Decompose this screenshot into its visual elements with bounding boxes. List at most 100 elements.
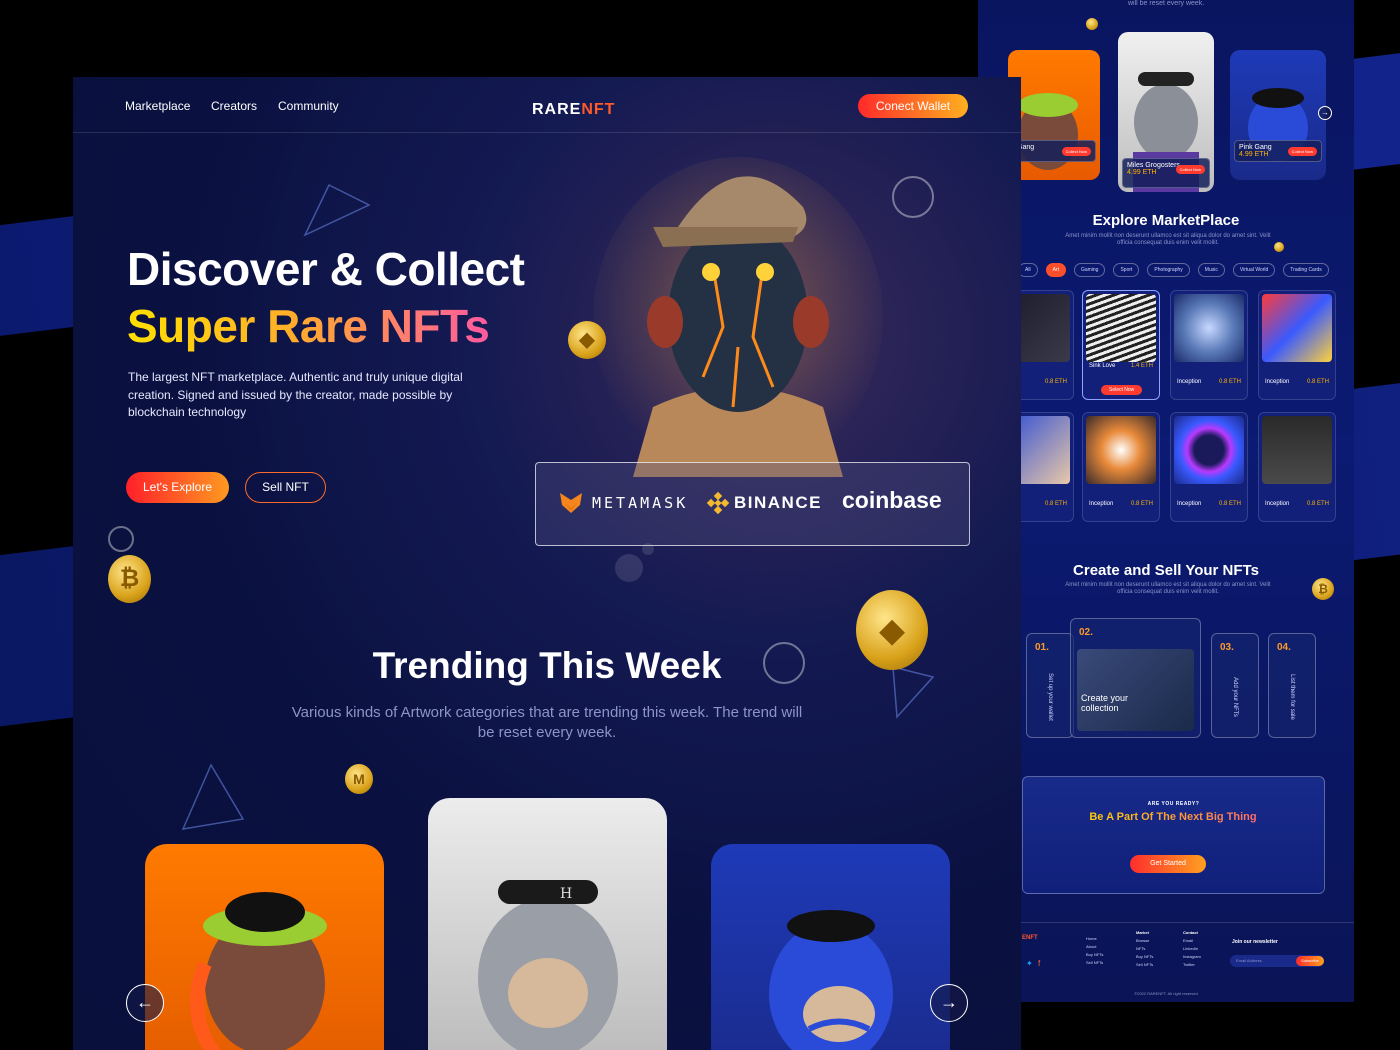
ethereum-coin-icon: ◆	[568, 321, 606, 359]
ape-art	[190, 892, 327, 1050]
nft-card[interactable]: Sink Love 1.4 ETH Select Now	[1082, 290, 1160, 400]
card-caption: Pink Gang 4.99 ETH Collect Now	[1234, 140, 1322, 162]
collect-button[interactable]: Collect Now	[1175, 165, 1205, 174]
nft-price: 0.8 ETH	[1218, 379, 1241, 385]
nft-price: 0.8 ETH	[1044, 501, 1067, 507]
chip-art[interactable]: Art	[1045, 263, 1066, 277]
monero-coin-icon: M	[345, 764, 373, 794]
trending-title: Trending This Week	[372, 645, 722, 686]
footer-link[interactable]: Twitter	[1183, 961, 1201, 969]
chip-trading-cards[interactable]: Trading Cards	[1283, 263, 1329, 277]
hero-description: The largest NFT marketplace. Authentic a…	[128, 370, 463, 419]
footer-link[interactable]: Instagram	[1183, 953, 1201, 961]
coin-icon	[1274, 242, 1284, 252]
nft-name: Inception	[1265, 379, 1290, 385]
explore-title: Explore MarketPlace	[1092, 212, 1240, 229]
footer-link[interactable]: Buy NFTs	[1086, 951, 1103, 959]
chip-music[interactable]: Music	[1197, 263, 1225, 277]
trend-note: will be reset every week.	[1128, 0, 1205, 7]
footer-link[interactable]: Sell NFTs	[1136, 961, 1153, 969]
nft-card[interactable]: Inception 0.8 ETH	[1082, 412, 1160, 522]
partner-logos: METAMASK BINANCE coinbase	[535, 462, 970, 546]
nft-card[interactable]: Inception 0.8 ETH	[1170, 412, 1248, 522]
footer-link[interactable]: LinkedIn	[1183, 945, 1201, 953]
binance-logo: BINANCE	[706, 491, 822, 515]
footer-link[interactable]: Browse	[1136, 937, 1153, 945]
step-label: List them for sale	[1289, 674, 1295, 720]
ape-art	[769, 910, 893, 1050]
newsletter-heading: Join our newsletter	[1232, 939, 1278, 945]
card-caption: Gang Collect Now	[1012, 140, 1096, 162]
footer-links: Home About Buy NFTs Sell NFTs	[1086, 935, 1103, 967]
facebook-icon[interactable]: f	[1038, 959, 1040, 968]
next-arrow-icon[interactable]: →	[930, 984, 968, 1022]
binance-label: BINANCE	[734, 493, 822, 512]
binance-icon	[706, 491, 730, 515]
prev-arrow-icon[interactable]: ←	[126, 984, 164, 1022]
nft-price: 0.8 ETH	[1044, 379, 1067, 385]
ape-art: H	[478, 880, 618, 1050]
trending-card[interactable]	[145, 844, 384, 1050]
step-number: 03.	[1220, 642, 1234, 653]
create-subtitle: Amet minim mollit non deserunt ullamco e…	[1065, 582, 1271, 595]
cta-title: Be A Part Of The Next Big Thing	[1083, 811, 1263, 824]
nft-card[interactable]: Inception 0.8 ETH	[1258, 290, 1336, 400]
step-label: Set up your wallet	[1047, 673, 1053, 721]
footer-heading: Market	[1136, 930, 1149, 935]
svg-text:H: H	[560, 886, 572, 902]
trending-card[interactable]	[711, 844, 950, 1050]
metamask-label: METAMASK	[592, 494, 689, 512]
nft-price: 0.8 ETH	[1306, 379, 1329, 385]
card-caption: Miles Grogosters 4.99 ETH Collect Now	[1122, 158, 1210, 188]
nft-price: 1.4 ETH	[1130, 363, 1153, 369]
cta-banner: ARE YOU READY? Be A Part Of The Next Big…	[1022, 776, 1325, 894]
bitcoin-icon: ₿	[1312, 578, 1334, 600]
step-art	[1077, 649, 1194, 731]
trending-subtitle: Various kinds of Artwork categories that…	[291, 704, 803, 741]
coin-icon	[1086, 18, 1098, 30]
sell-nft-button[interactable]: Sell NFT	[245, 472, 326, 503]
footer-logo: ENFT	[1022, 935, 1038, 941]
footer-link[interactable]: Email	[1183, 937, 1201, 945]
nft-price: 0.8 ETH	[1130, 501, 1153, 507]
nft-price: 0.8 ETH	[1218, 501, 1241, 507]
nft-name: Sink Love	[1089, 363, 1116, 369]
trending-card[interactable]: Miles Grogosters 4.99 ETH Collect Now	[1118, 32, 1214, 192]
footer-link[interactable]: About	[1086, 943, 1103, 951]
subscribe-button[interactable]: Subscribe	[1296, 956, 1324, 966]
footer-link[interactable]: Sell NFTs	[1086, 959, 1103, 967]
get-started-button[interactable]: Get Started	[1130, 855, 1206, 873]
trending-card[interactable]: Gang Collect Now	[1008, 50, 1100, 180]
chip-photography[interactable]: Photography	[1147, 263, 1190, 277]
trending-card[interactable]: H	[428, 798, 667, 1050]
twitter-icon[interactable]: ✦	[1026, 959, 1033, 968]
footer-link[interactable]: Buy NFTs	[1136, 953, 1153, 961]
cta-eyebrow: ARE YOU READY?	[1147, 801, 1200, 807]
collect-button[interactable]: Collect Now	[1287, 147, 1317, 156]
footer-link[interactable]: Home	[1086, 935, 1103, 943]
nft-name: Inception	[1177, 501, 1202, 507]
fox-icon	[560, 493, 582, 513]
step-number: 02.	[1079, 627, 1093, 638]
chip-virtual-world[interactable]: Virtual World	[1232, 263, 1276, 277]
step-number: 01.	[1035, 642, 1049, 653]
footer-contact: Contact Email LinkedIn Instagram Twitter	[1183, 929, 1201, 969]
nft-card[interactable]: Inception 0.8 ETH	[1170, 290, 1248, 400]
chip-gaming[interactable]: Gaming	[1073, 263, 1106, 277]
step-card: 03. Add your NFTs	[1211, 633, 1259, 738]
nft-art	[1262, 294, 1332, 362]
nft-art	[1086, 416, 1156, 484]
step-label: Create your collection	[1081, 693, 1129, 713]
select-now-button[interactable]: Select Now	[1101, 385, 1143, 395]
chip-sport[interactable]: Sport	[1113, 263, 1140, 277]
footer-link[interactable]: NFTs	[1136, 945, 1153, 953]
lets-explore-button[interactable]: Let's Explore	[126, 472, 229, 503]
collect-button[interactable]: Collect Now	[1061, 147, 1091, 156]
trending-card[interactable]: Pink Gang 4.99 ETH Collect Now	[1230, 50, 1326, 180]
landing-page: Marketplace Creators Community RARENFT C…	[73, 77, 1021, 1050]
hero-title-gradient: Super Rare NFTs	[127, 300, 490, 352]
category-filters: All Art Gaming Sport Photography Music V…	[1018, 263, 1329, 277]
nft-card[interactable]: Inception 0.8 ETH	[1258, 412, 1336, 522]
metamask-logo: METAMASK	[558, 491, 688, 515]
next-arrow-icon[interactable]: →	[1318, 106, 1332, 120]
